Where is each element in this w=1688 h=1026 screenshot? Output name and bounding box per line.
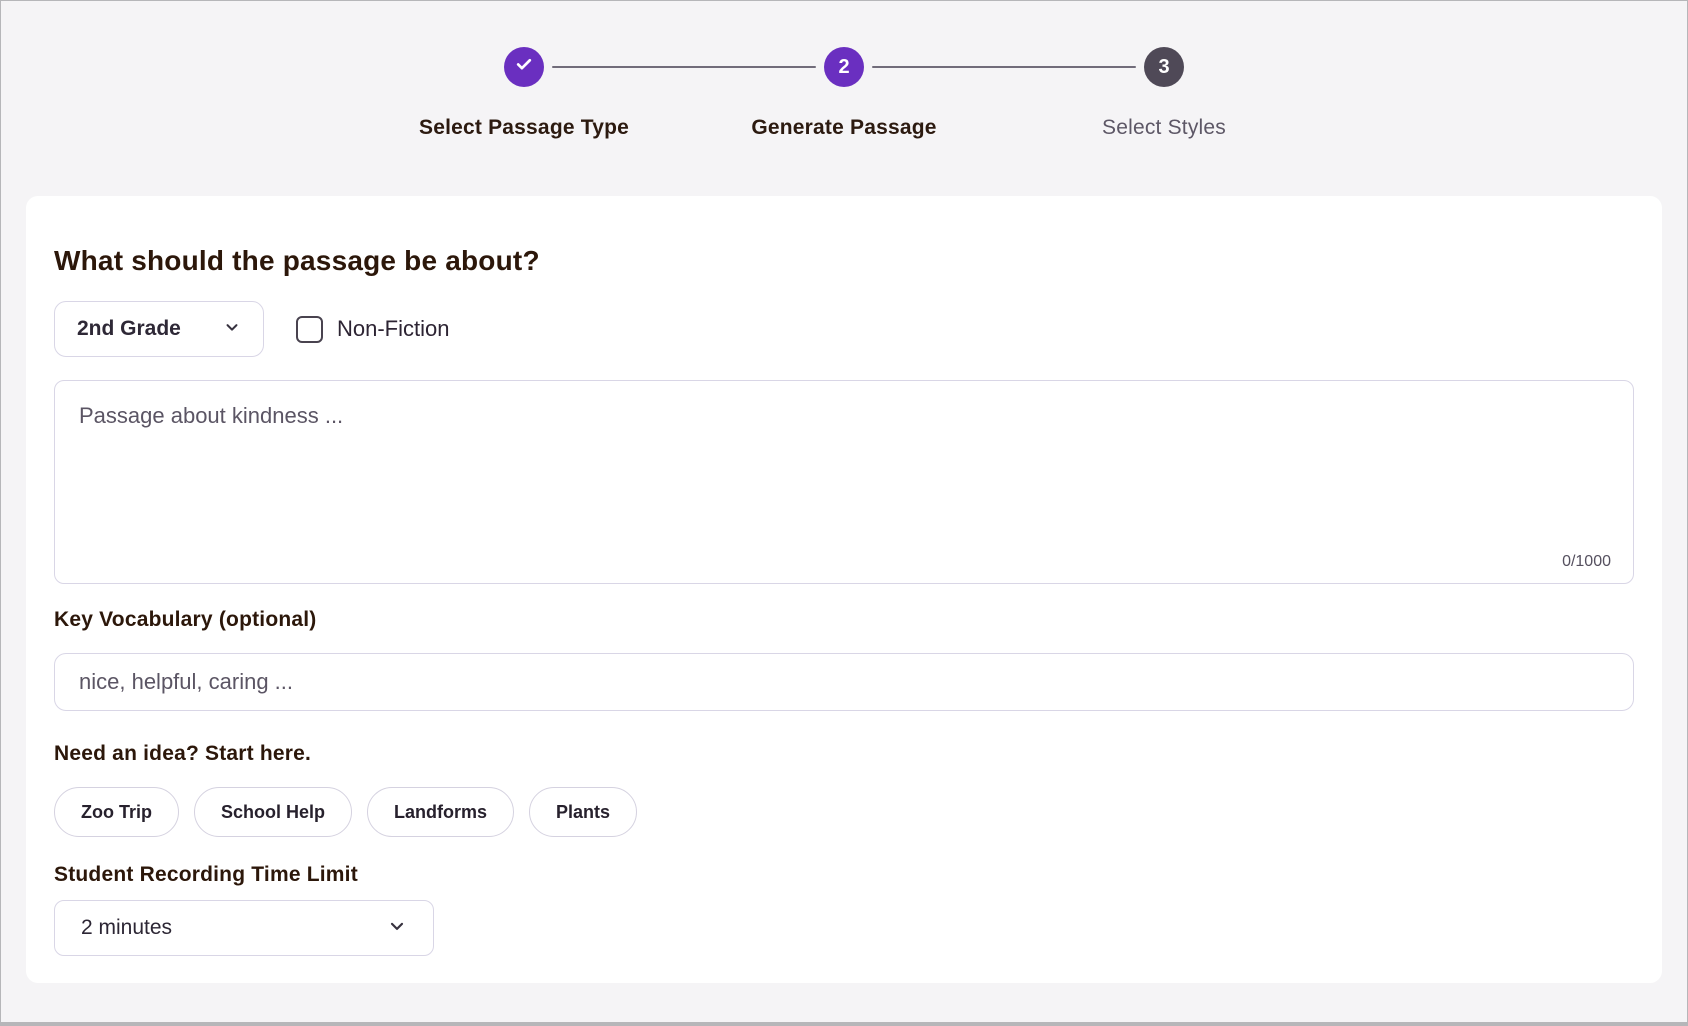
step-generate-passage[interactable]: 2 Generate Passage [684,47,1004,140]
idea-heading: Need an idea? Start here. [54,742,1634,766]
chevron-down-icon [223,318,241,341]
step-2-label: Generate Passage [751,116,936,140]
stepper-connector-2 [872,66,1136,68]
check-icon [514,54,534,80]
stepper-connector-1 [552,66,816,68]
page-title: What should the passage be about? [54,245,1634,277]
idea-chip-zoo-trip[interactable]: Zoo Trip [54,787,179,837]
grade-select[interactable]: 2nd Grade [54,301,264,357]
key-vocabulary-label: Key Vocabulary (optional) [54,608,1634,632]
step-select-passage-type[interactable]: Select Passage Type [364,47,684,140]
idea-chips: Zoo Trip School Help Landforms Plants [54,787,1634,837]
step-2-circle: 2 [824,47,864,87]
recording-time-select[interactable]: 2 minutes [54,900,434,956]
character-counter: 0/1000 [1562,553,1611,571]
idea-chip-school-help[interactable]: School Help [194,787,352,837]
step-select-styles[interactable]: 3 Select Styles [1004,47,1324,140]
recording-time-value: 2 minutes [81,916,172,940]
step-1-label: Select Passage Type [419,116,629,140]
non-fiction-label: Non-Fiction [337,316,449,342]
grade-and-type-row: 2nd Grade Non-Fiction [54,301,1634,357]
idea-chip-landforms[interactable]: Landforms [367,787,514,837]
wizard-stepper: Select Passage Type 2 Generate Passage 3… [364,0,1324,140]
generate-passage-card: What should the passage be about? 2nd Gr… [26,196,1662,983]
key-vocabulary-input[interactable] [54,653,1634,711]
idea-chip-plants[interactable]: Plants [529,787,637,837]
recording-time-label: Student Recording Time Limit [54,863,1634,887]
grade-select-value: 2nd Grade [77,317,181,341]
non-fiction-checkbox[interactable] [296,316,323,343]
passage-prompt-textarea[interactable] [55,381,1633,551]
step-1-circle [504,47,544,87]
non-fiction-checkbox-group[interactable]: Non-Fiction [296,316,449,343]
step-3-label: Select Styles [1102,116,1226,140]
step-3-number: 3 [1158,56,1169,79]
step-2-number: 2 [838,56,849,79]
passage-prompt-field: 0/1000 [54,380,1634,584]
chevron-down-icon [387,916,407,941]
step-3-circle: 3 [1144,47,1184,87]
